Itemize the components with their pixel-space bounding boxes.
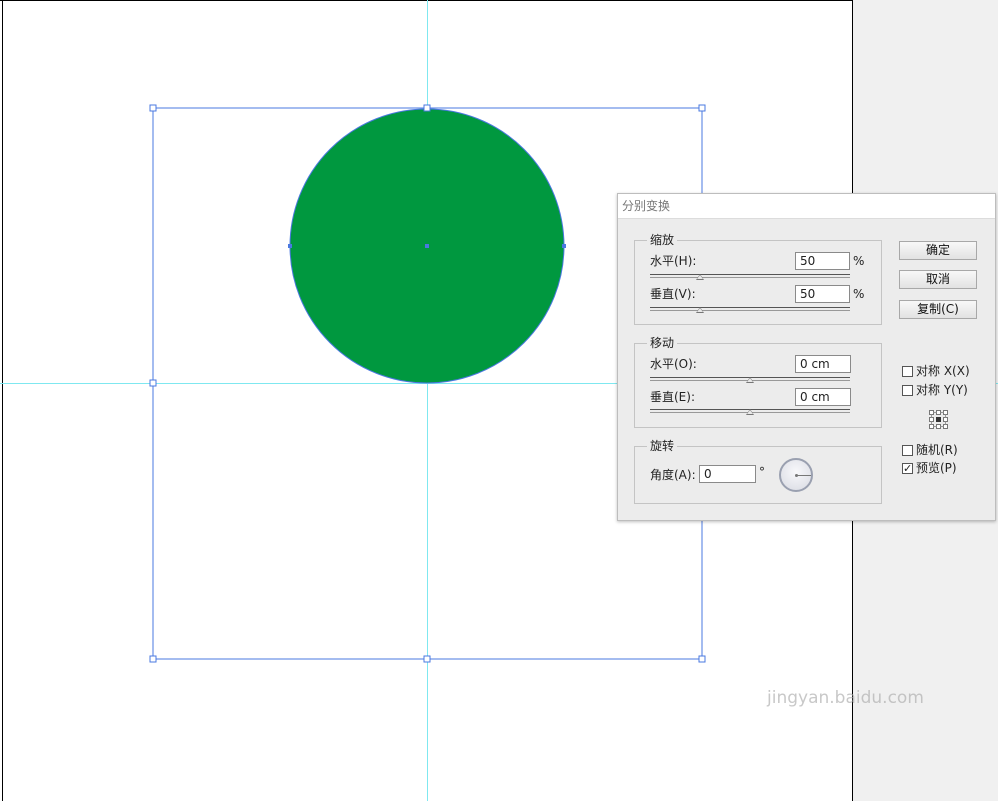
scale-vertical-slider-thumb[interactable] — [696, 307, 704, 313]
copy-button[interactable]: 复制(C) — [899, 300, 977, 319]
move-horizontal-slider-thumb[interactable] — [746, 377, 754, 383]
dialog-title[interactable]: 分别变换 — [618, 194, 995, 219]
preview-label: 预览(P) — [916, 461, 957, 475]
scale-vertical-slider[interactable] — [650, 307, 850, 311]
ok-button[interactable]: 确定 — [899, 241, 977, 260]
random-box[interactable] — [902, 444, 913, 456]
move-legend: 移动 — [647, 335, 678, 351]
random-label: 随机(R) — [916, 443, 958, 457]
scale-vertical-label: 垂直(V): — [650, 287, 696, 301]
scale-horizontal-input[interactable]: 50 — [795, 252, 850, 270]
degree-symbol: ° — [759, 465, 765, 479]
reflect-y-label: 对称 Y(Y) — [916, 383, 968, 397]
random-checkbox[interactable]: 随机(R) — [902, 443, 958, 457]
rotate-legend: 旋转 — [647, 438, 678, 454]
scale-legend: 缩放 — [647, 232, 678, 248]
scale-horizontal-slider-thumb[interactable] — [696, 274, 704, 280]
reflect-y-checkbox[interactable]: 对称 Y(Y) — [902, 383, 968, 397]
reflect-y-box[interactable] — [902, 384, 913, 396]
scale-vertical-unit: % — [853, 287, 865, 301]
reflect-x-box[interactable] — [902, 365, 913, 377]
rotate-angle-input[interactable]: 0 — [699, 465, 756, 483]
move-vertical-label: 垂直(E): — [650, 390, 695, 404]
move-horizontal-input[interactable]: 0 cm — [795, 355, 851, 373]
preview-checkbox[interactable]: ✓ 预览(P) — [902, 461, 957, 475]
rotation-dial-needle — [797, 475, 811, 476]
preview-box[interactable]: ✓ — [902, 462, 913, 474]
move-vertical-input[interactable]: 0 cm — [795, 388, 851, 406]
reflect-x-checkbox[interactable]: 对称 X(X) — [902, 364, 970, 378]
scale-horizontal-slider[interactable] — [650, 274, 850, 278]
rotation-dial-center — [795, 474, 798, 477]
rotation-dial-icon[interactable] — [779, 458, 813, 492]
watermark-url: jingyan.baidu.com — [767, 688, 924, 708]
transform-each-dialog[interactable]: 分别变换 缩放 水平(H): 50 % 垂直(V): 50 % 移动 水平(O)… — [617, 193, 996, 521]
scale-horizontal-label: 水平(H): — [650, 254, 697, 268]
reflect-x-label: 对称 X(X) — [916, 364, 970, 378]
cancel-button[interactable]: 取消 — [899, 270, 977, 289]
move-vertical-slider-thumb[interactable] — [746, 409, 754, 415]
scale-horizontal-unit: % — [853, 254, 865, 268]
rotate-angle-label: 角度(A): — [650, 468, 696, 482]
baidu-jingyan-watermark: jingyan.baidu.com — [765, 688, 924, 708]
reference-point-icon[interactable] — [928, 409, 948, 429]
move-horizontal-label: 水平(O): — [650, 357, 697, 371]
scale-vertical-input[interactable]: 50 — [795, 285, 850, 303]
